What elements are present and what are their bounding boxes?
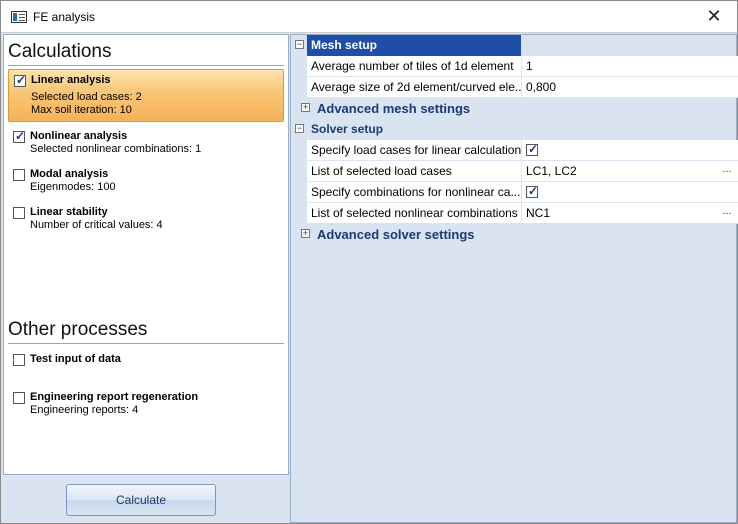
test-input-checkbox[interactable]	[13, 354, 25, 366]
property-name: Specify combinations for nonlinear ca...	[307, 182, 521, 203]
calc-item-linear-stability[interactable]: Linear stability Number of critical valu…	[8, 202, 284, 236]
property-value[interactable]: 0,800	[522, 77, 738, 98]
linear-load-cases-checkbox[interactable]	[526, 142, 538, 156]
category-advanced-mesh-settings[interactable]: + Advanced mesh settings	[291, 98, 738, 119]
modal-analysis-checkbox[interactable]	[13, 169, 25, 181]
property-value-cell	[522, 140, 738, 161]
item-title: Linear stability	[30, 206, 108, 218]
app-icon	[11, 11, 27, 23]
linear-analysis-checkbox[interactable]	[14, 73, 26, 87]
category-label[interactable]: Solver setup	[311, 122, 383, 136]
linear-stability-checkbox[interactable]	[13, 207, 25, 219]
collapse-icon[interactable]: −	[295, 124, 304, 133]
property-row[interactable]: Average size of 2d element/curved ele...…	[291, 77, 738, 98]
calculations-divider	[8, 65, 284, 66]
property-row[interactable]: List of selected load cases LC1, LC2 ...	[291, 161, 738, 182]
property-name: List of selected load cases	[307, 161, 521, 182]
fe-analysis-window: FE analysis ✕ Calculations Linear analys…	[0, 0, 738, 524]
category-label[interactable]: Advanced solver settings	[317, 227, 475, 242]
item-title: Linear analysis	[31, 74, 111, 86]
other-processes-divider	[8, 343, 284, 344]
item-detail: Selected nonlinear combinations: 1	[30, 143, 202, 155]
item-detail: Eigenmodes: 100	[30, 181, 116, 193]
item-title: Engineering report regeneration	[30, 391, 199, 403]
property-value[interactable]: 1	[522, 56, 738, 77]
property-name: Average number of tiles of 1d element	[307, 56, 521, 77]
item-detail: Engineering reports: 4	[30, 404, 139, 416]
item-detail: Number of critical values: 4	[30, 219, 163, 231]
close-button[interactable]: ✕	[691, 1, 737, 32]
process-list-panel: Calculations Linear analysis Selected lo…	[3, 34, 289, 475]
report-regeneration-checkbox[interactable]	[13, 392, 25, 404]
property-name: List of selected nonlinear combinations	[307, 203, 521, 224]
property-row[interactable]: Specify combinations for nonlinear ca...	[291, 182, 738, 203]
property-name: Average size of 2d element/curved ele...	[307, 77, 521, 98]
item-title: Nonlinear analysis	[30, 130, 128, 142]
nonlinear-combinations-checkbox[interactable]	[526, 184, 538, 198]
property-grid: − Mesh setup Average number of tiles of …	[290, 34, 738, 523]
property-row[interactable]: List of selected nonlinear combinations …	[291, 203, 738, 224]
collapse-icon[interactable]: −	[295, 40, 304, 49]
property-value[interactable]: LC1, LC2	[522, 161, 738, 182]
item-detail: Max soil iteration: 10	[31, 104, 132, 116]
category-advanced-solver-settings[interactable]: + Advanced solver settings	[291, 224, 738, 245]
window-title: FE analysis	[33, 10, 96, 24]
property-value[interactable]: NC1	[522, 203, 738, 224]
process-item-report-regeneration[interactable]: Engineering report regeneration Engineer…	[8, 387, 284, 421]
process-item-test-input[interactable]: Test input of data	[8, 349, 284, 371]
other-processes-header: Other processes	[8, 319, 148, 340]
calc-item-linear-analysis[interactable]: Linear analysis Selected load cases: 2 M…	[8, 69, 284, 122]
item-title: Modal analysis	[30, 168, 109, 180]
button-area: Calculate	[3, 475, 289, 523]
calc-item-modal-analysis[interactable]: Modal analysis Eigenmodes: 100	[8, 164, 284, 198]
property-value-cell	[522, 182, 738, 203]
expand-icon[interactable]: +	[301, 229, 310, 238]
item-detail: Selected load cases: 2	[31, 91, 142, 103]
nonlinear-analysis-checkbox[interactable]	[13, 129, 25, 143]
calc-item-nonlinear-analysis[interactable]: Nonlinear analysis Selected nonlinear co…	[8, 126, 284, 160]
expand-icon[interactable]: +	[301, 103, 310, 112]
browse-combinations-button[interactable]: ...	[718, 206, 736, 221]
category-mesh-setup[interactable]: − Mesh setup	[291, 35, 738, 56]
category-label[interactable]: Mesh setup	[307, 35, 521, 56]
property-name: Specify load cases for linear calculatio…	[307, 140, 521, 161]
browse-load-cases-button[interactable]: ...	[718, 164, 736, 179]
category-label[interactable]: Advanced mesh settings	[317, 101, 470, 116]
property-row[interactable]: Specify load cases for linear calculatio…	[291, 140, 738, 161]
property-row[interactable]: Average number of tiles of 1d element 1	[291, 56, 738, 77]
calculate-button[interactable]: Calculate	[66, 484, 216, 516]
title-bar: FE analysis ✕	[1, 1, 737, 33]
item-title: Test input of data	[30, 353, 121, 365]
category-solver-setup[interactable]: − Solver setup	[291, 119, 738, 140]
calculations-header: Calculations	[8, 41, 112, 62]
